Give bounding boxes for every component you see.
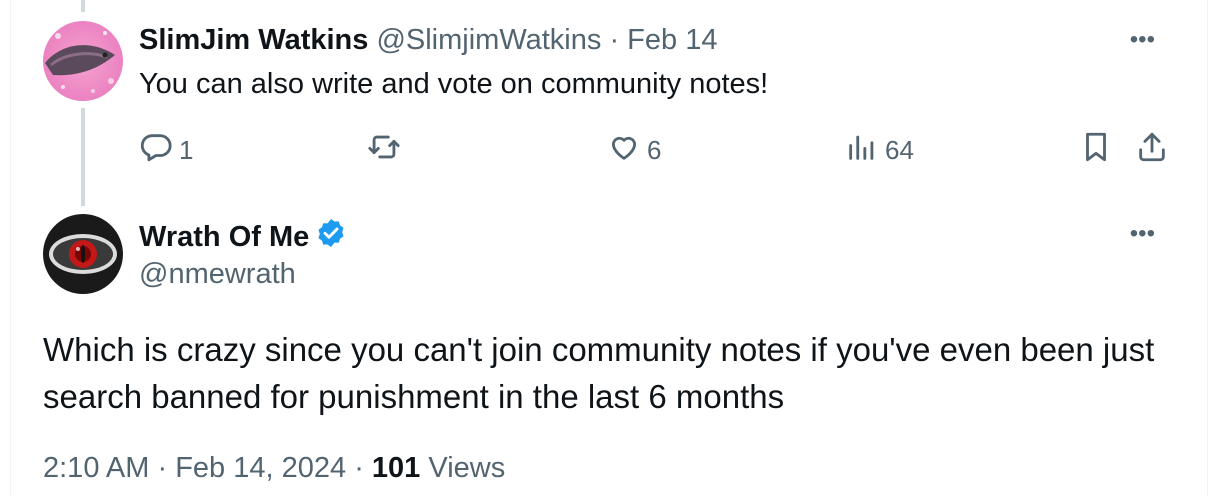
main-handle[interactable]: @nmewrath [139,258,296,291]
reply-display-name[interactable]: SlimJim Watkins [139,24,368,56]
avatar-wrath[interactable] [43,214,123,294]
reply-handle[interactable]: @SlimjimWatkins [376,24,601,56]
thread-line-top [81,0,85,12]
reply-action-bar: 1 6 64 [139,130,1179,170]
avatar-slimjim[interactable] [43,21,123,101]
thread-line [81,108,85,206]
reply-button[interactable]: 1 [139,130,193,170]
verified-badge-icon[interactable] [315,217,347,257]
main-tweet-text: Which is crazy since you can't join comm… [43,331,1155,415]
tweet-time[interactable]: 2:10 AM [43,452,149,484]
bookmark-button[interactable] [1079,130,1113,170]
reply-text: You can also write and vote on community… [139,68,769,100]
retweet-button[interactable] [367,130,401,170]
retweet-icon [367,130,401,171]
share-icon [1135,130,1169,171]
comment-icon [139,130,173,171]
main-more-icon[interactable]: ••• [1130,220,1155,248]
tweet-date[interactable]: Feb 14, 2024 [175,452,346,484]
meta-separator: · [157,452,168,484]
like-button[interactable]: 6 [607,130,661,170]
bookmark-icon [1079,130,1113,171]
views-button[interactable]: 64 [845,130,914,170]
main-display-name[interactable]: Wrath Of Me [139,221,309,254]
main-display-name-row: Wrath Of Me [139,217,347,257]
like-count: 6 [647,134,662,165]
reply-date[interactable]: Feb 14 [627,24,717,56]
tweet-views-label: Views [428,452,506,484]
reply-more-icon[interactable]: ••• [1130,26,1155,54]
reply-separator: · [609,24,620,56]
reply-count: 1 [179,134,194,165]
tweet-views-count: 101 [371,452,421,484]
views-count: 64 [885,134,914,165]
reply-header: SlimJim Watkins @SlimjimWatkins · Feb 14 [139,24,717,57]
meta-separator-2: · [354,452,364,484]
tweet-meta: 2:10 AM · Feb 14, 2024 · 101 Views [43,452,505,485]
heart-icon [607,130,641,171]
analytics-icon [845,130,879,171]
share-button[interactable] [1135,130,1169,170]
